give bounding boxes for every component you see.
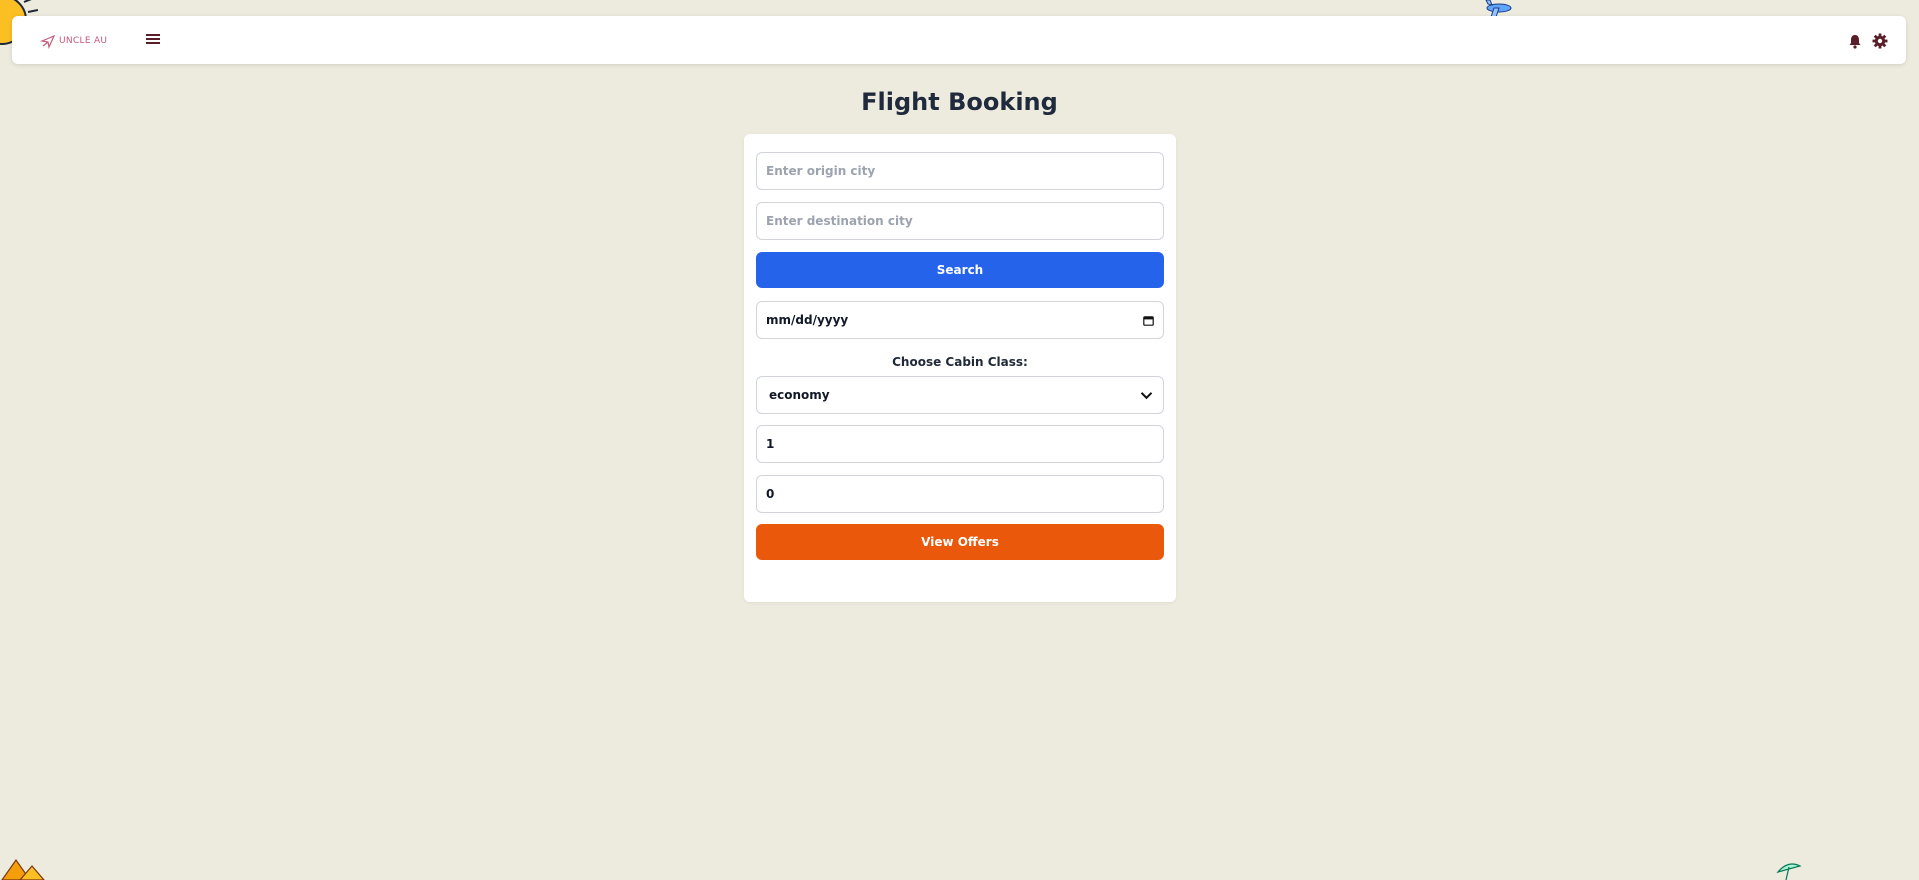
menu-button[interactable] xyxy=(146,34,161,46)
gear-icon[interactable] xyxy=(1872,33,1888,49)
adults-value: 1 xyxy=(766,437,775,451)
children-value: 0 xyxy=(766,487,775,501)
search-button[interactable]: Search xyxy=(756,252,1164,288)
bell-icon[interactable] xyxy=(1848,34,1862,49)
children-count-input[interactable]: 0 xyxy=(756,475,1164,513)
cabin-class-label: Choose Cabin Class: xyxy=(892,355,1028,369)
page-title: Flight Booking xyxy=(861,88,1058,116)
booking-form-card: Search mm/dd/yyyy Choose Cabin Class: ec… xyxy=(744,134,1176,602)
brand-logo[interactable]: UNCLE AU xyxy=(40,33,107,49)
adults-count-input[interactable]: 1 xyxy=(756,425,1164,463)
top-navbar: UNCLE AU xyxy=(12,16,1906,64)
view-offers-button[interactable]: View Offers xyxy=(756,524,1164,560)
pyramids-illustration xyxy=(1,858,45,880)
airplane-logo-icon xyxy=(40,34,56,49)
origin-city-input[interactable] xyxy=(756,152,1164,190)
cabin-class-value: economy xyxy=(769,388,830,402)
menu-icon xyxy=(146,34,160,36)
date-value: mm/dd/yyyy xyxy=(766,313,849,327)
calendar-icon[interactable] xyxy=(1143,315,1154,326)
cabin-class-select[interactable]: economy xyxy=(756,376,1164,414)
brand-name: UNCLE AU xyxy=(59,36,108,46)
beach-umbrella-illustration xyxy=(1776,863,1802,880)
chevron-down-icon xyxy=(1140,391,1153,399)
destination-city-input[interactable] xyxy=(756,202,1164,240)
departure-date-input[interactable]: mm/dd/yyyy xyxy=(756,301,1164,339)
